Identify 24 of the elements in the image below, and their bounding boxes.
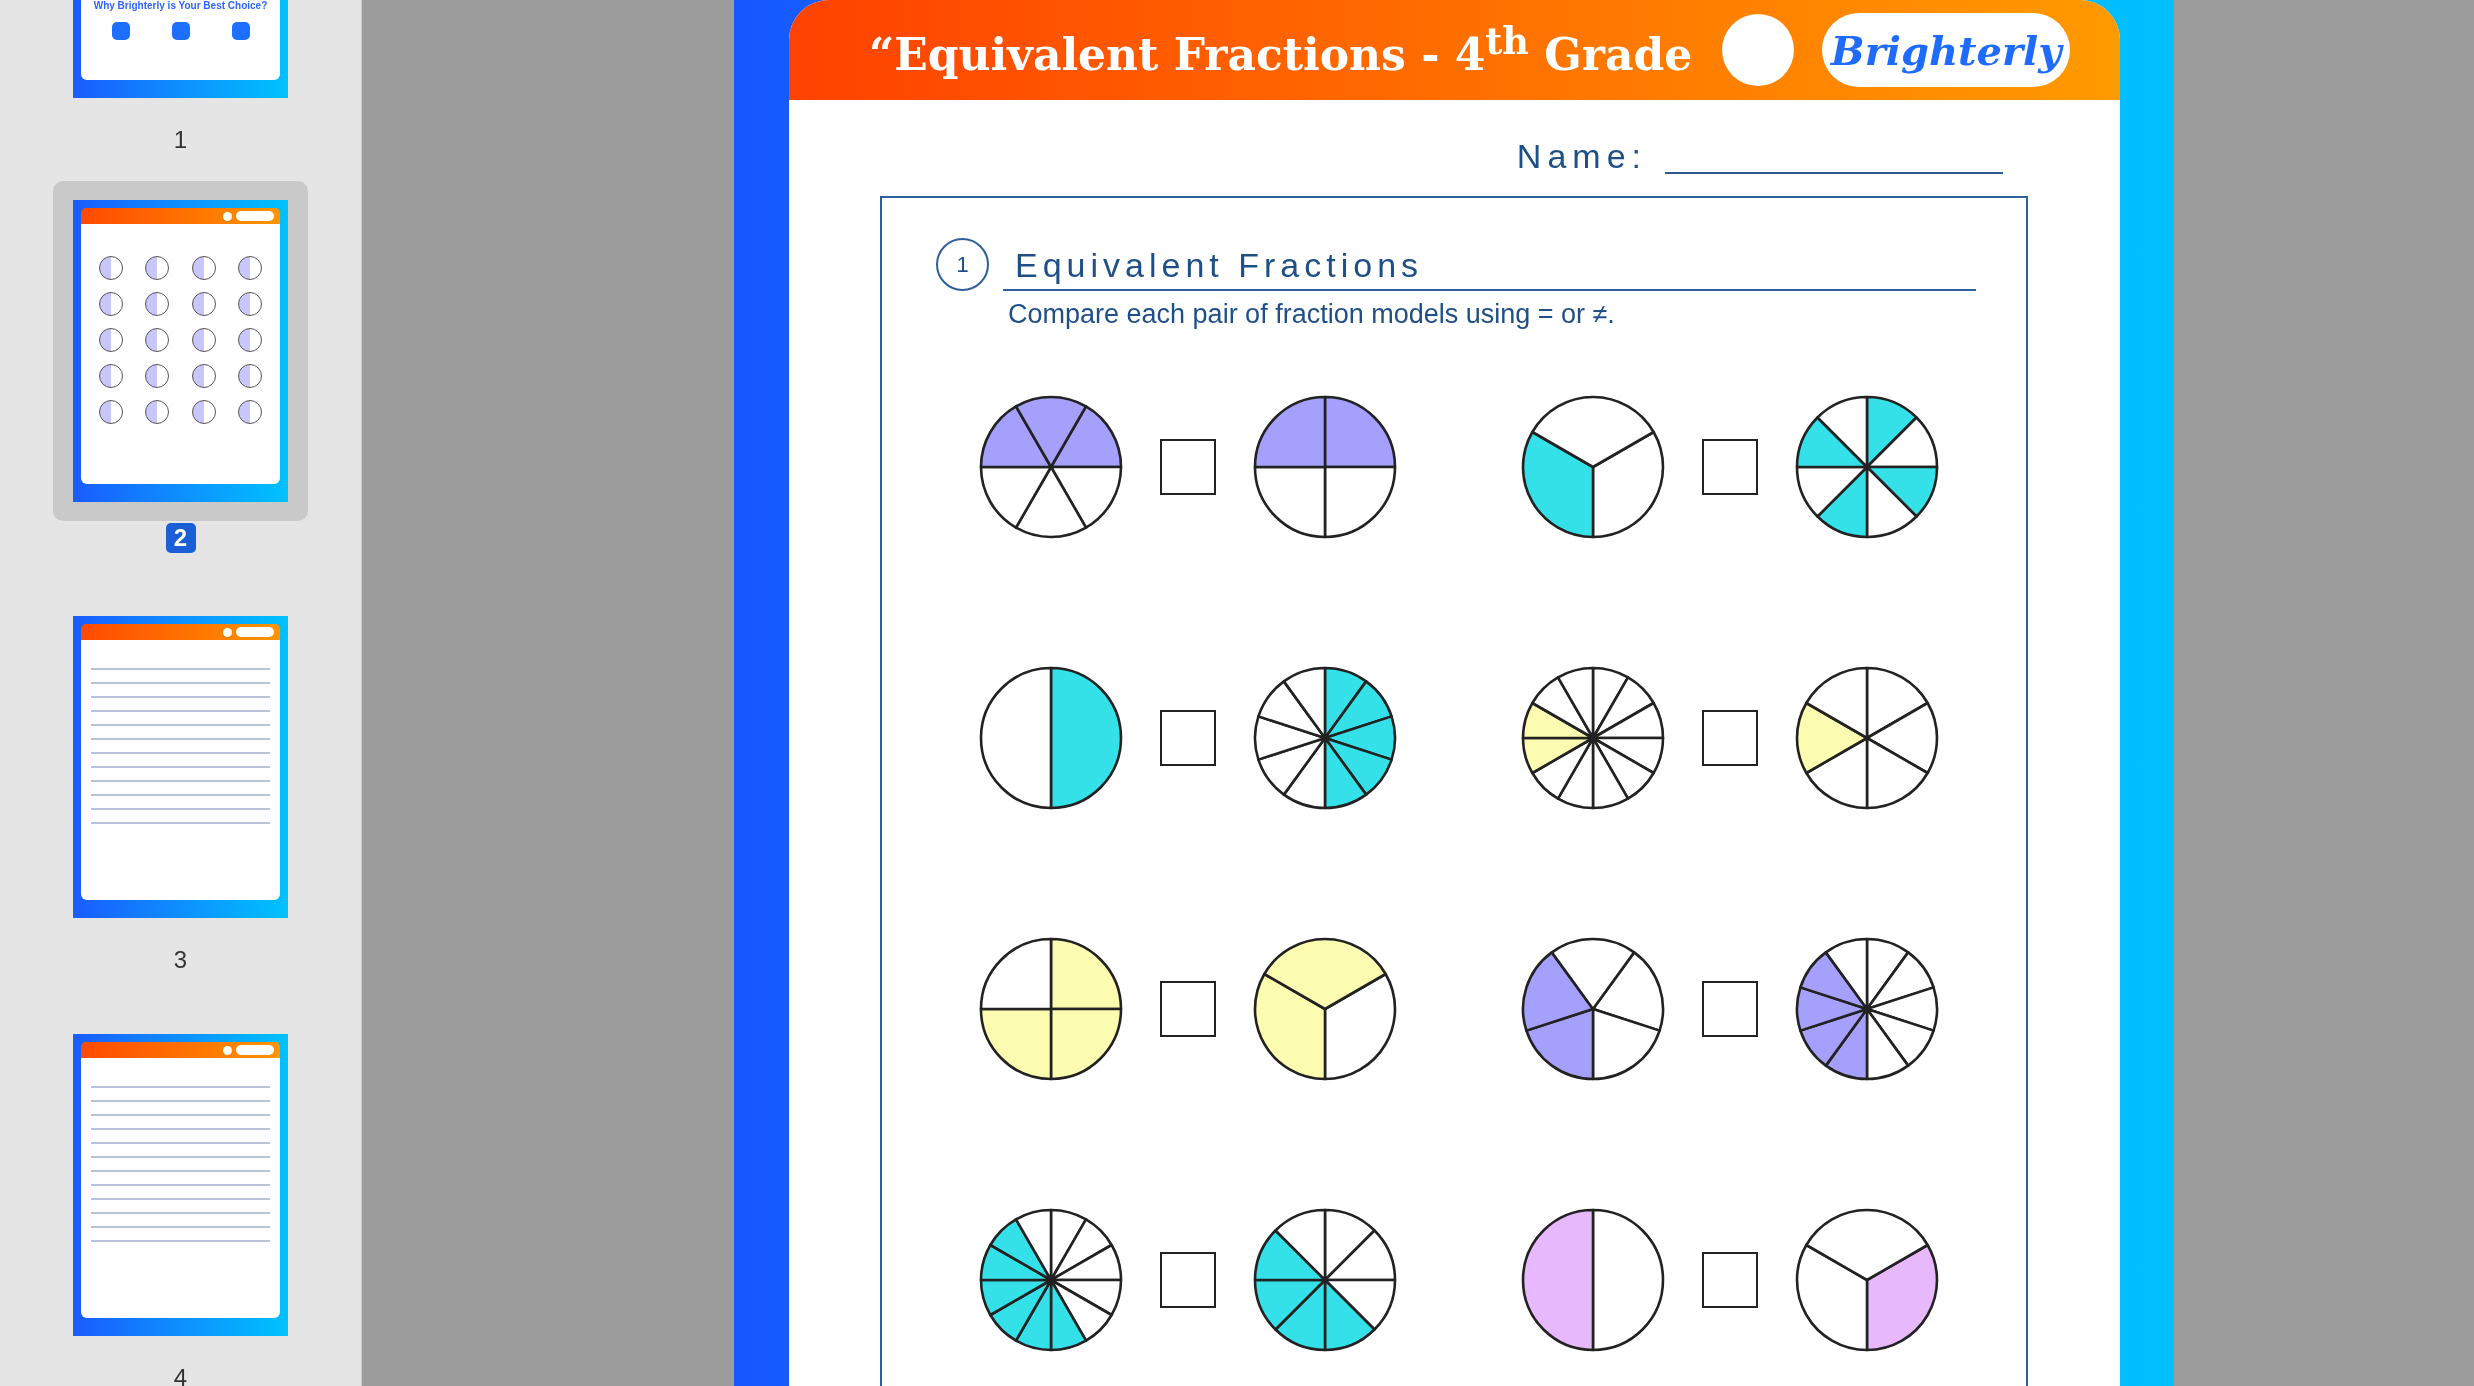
answer-box[interactable] [1702, 981, 1758, 1037]
app-icon [231, 22, 250, 40]
thumbnail-heading: Why Brighterly is Your Best Choice? [93, 0, 268, 12]
answer-box[interactable] [1160, 439, 1216, 495]
answer-box[interactable] [1160, 710, 1216, 766]
page-thumbnail-card[interactable] [53, 181, 308, 521]
answer-box[interactable] [1702, 710, 1758, 766]
app-icon [111, 22, 130, 40]
answer-box[interactable] [1160, 1252, 1216, 1308]
app-icon [171, 22, 190, 40]
answer-box[interactable] [1702, 439, 1758, 495]
page-thumbnail-card[interactable]: Why Brighterly is Your Best Choice? [53, 0, 308, 117]
page-number[interactable]: 2 [165, 523, 196, 553]
section-number: 1 [936, 238, 989, 291]
section-heading: Equivalent Fractions [1003, 246, 1976, 291]
answer-box[interactable] [1702, 1252, 1758, 1308]
brand-logo: Brighterly [1822, 13, 2070, 87]
worksheet-title: “Equivalent Fractions - 4$^{th}$ Grade [869, 20, 1693, 80]
page-number[interactable]: 3 [165, 945, 196, 975]
name-label: Name: [1516, 138, 1647, 174]
instruction-text: Compare each pair of fraction models using = or ≠. [1008, 299, 1616, 330]
page-number[interactable]: 1 [165, 125, 196, 155]
page-number[interactable]: 4 [165, 1363, 196, 1386]
answer-box[interactable] [1160, 981, 1216, 1037]
